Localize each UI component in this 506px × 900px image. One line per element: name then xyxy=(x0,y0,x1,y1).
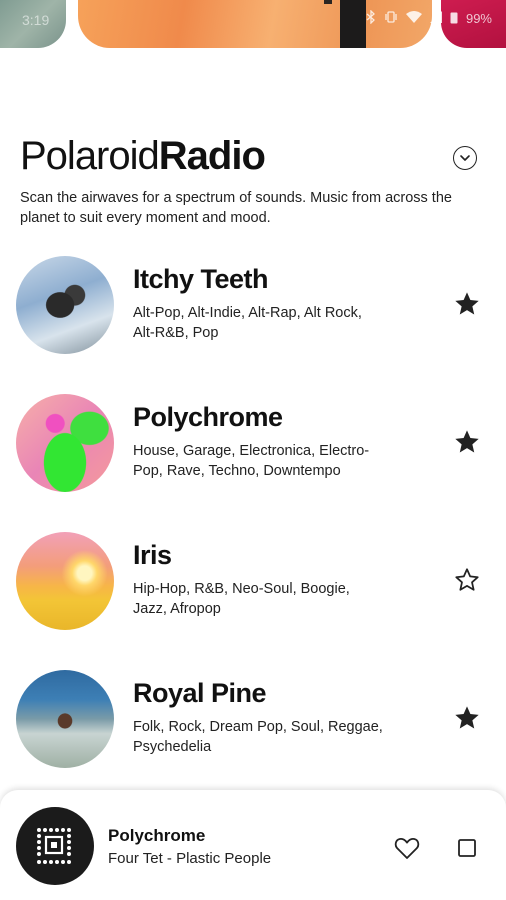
station-name: Royal Pine xyxy=(133,678,267,708)
wifi-icon xyxy=(405,11,422,26)
station-artwork xyxy=(16,256,114,354)
vibrate-icon xyxy=(384,10,398,27)
station-item-iris[interactable]: Iris Hip-Hop, R&B, Neo-Soul, Boogie, Jaz… xyxy=(0,532,506,642)
station-carousel[interactable]: 3:19 99% xyxy=(0,0,506,50)
station-genres: Alt-Pop, Alt-Indie, Alt-Rap, Alt Rock, A… xyxy=(133,305,362,341)
signal-icon xyxy=(429,11,442,26)
star-filled-icon xyxy=(455,430,479,453)
station-artwork xyxy=(16,670,114,768)
battery-icon xyxy=(450,11,458,27)
now-playing-artwork xyxy=(16,807,94,885)
page-description: Scan the airwaves for a spectrum of soun… xyxy=(20,190,452,226)
star-filled-icon xyxy=(455,706,479,729)
stop-button[interactable] xyxy=(456,837,478,859)
favorite-button[interactable] xyxy=(451,426,483,458)
station-genres: Folk, Rock, Dream Pop, Soul, Reggae, Psy… xyxy=(133,719,383,755)
title-light: Polaroid xyxy=(20,134,160,178)
now-playing-station: Polychrome xyxy=(108,826,206,845)
now-playing-track: Four Tet - Plastic People xyxy=(108,850,272,867)
station-name: Iris xyxy=(133,540,172,570)
title-bold: Radio xyxy=(158,134,266,178)
station-artwork xyxy=(16,532,114,630)
station-name: Polychrome xyxy=(133,402,283,432)
battery-level: 99% xyxy=(465,11,492,26)
favorite-button[interactable] xyxy=(451,702,483,734)
page-title: PolaroidRadio xyxy=(20,134,266,178)
station-item-polychrome[interactable]: Polychrome House, Garage, Electronica, E… xyxy=(0,394,506,504)
chevron-down-icon xyxy=(460,155,470,161)
favorite-button[interactable] xyxy=(451,288,483,320)
bluetooth-icon xyxy=(366,9,376,27)
now-playing-bar[interactable]: Polychrome Four Tet - Plastic People xyxy=(0,790,506,900)
status-time: 3:19 xyxy=(22,12,50,28)
station-name: Itchy Teeth xyxy=(133,264,269,294)
star-filled-icon xyxy=(455,292,479,315)
like-button[interactable] xyxy=(393,834,421,862)
status-icons: 99% xyxy=(366,9,492,27)
station-genres: House, Garage, Electronica, Electro-Pop,… xyxy=(133,443,370,479)
star-outline-icon xyxy=(455,568,479,591)
favorite-button[interactable] xyxy=(451,564,483,596)
station-genres: Hip-Hop, R&B, Neo-Soul, Boogie, Jazz, Af… xyxy=(133,581,350,617)
station-item-itchy-teeth[interactable]: Itchy Teeth Alt-Pop, Alt-Indie, Alt-Rap,… xyxy=(0,256,506,366)
stop-icon xyxy=(458,839,476,857)
station-item-royal-pine[interactable]: Royal Pine Folk, Rock, Dream Pop, Soul, … xyxy=(0,670,506,780)
heart-icon xyxy=(394,837,420,859)
station-artwork xyxy=(16,394,114,492)
dropdown-button[interactable] xyxy=(453,146,477,170)
polaroid-radio-logo-icon xyxy=(37,828,71,864)
